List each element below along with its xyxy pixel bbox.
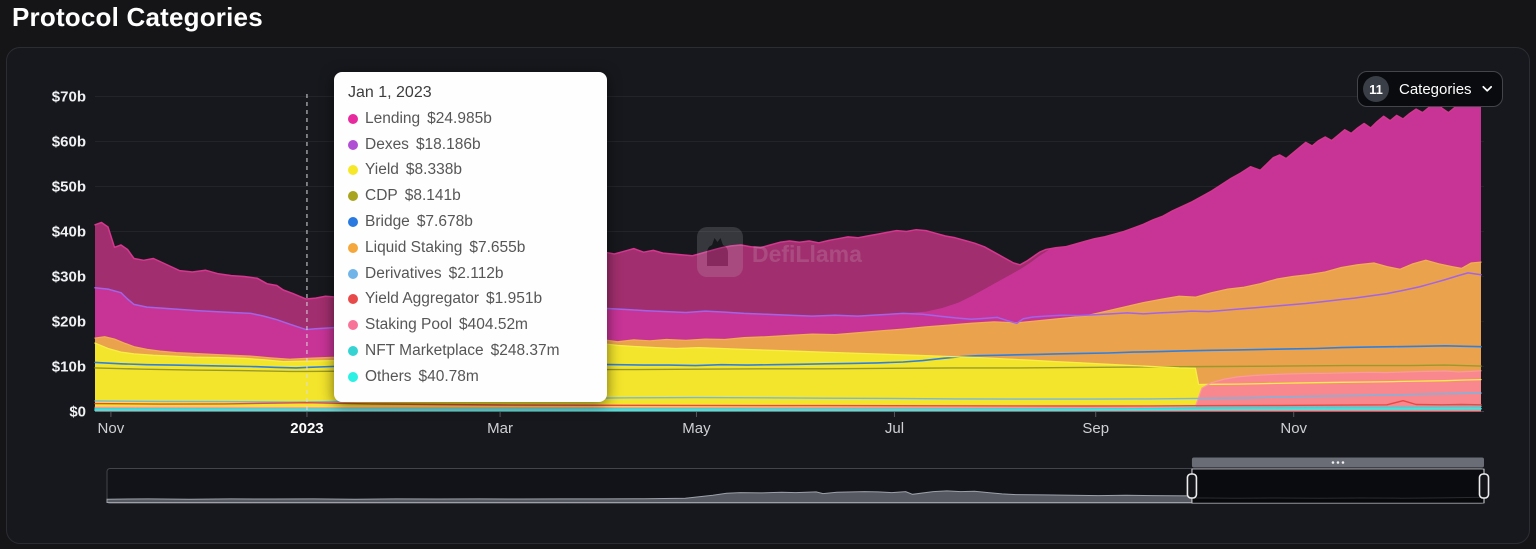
tooltip-item-name: Derivatives xyxy=(365,265,442,283)
chart-tooltip: Jan 1, 2023 Lending $24.985b Dexes $18.186b… xyxy=(334,72,607,402)
tooltip-item-name: Yield xyxy=(365,161,399,179)
tooltip-date: Jan 1, 2023 xyxy=(348,84,593,102)
categories-dropdown-button[interactable]: 11 Categories xyxy=(1357,71,1503,107)
legend-dot-icon xyxy=(348,372,358,382)
tooltip-item-name: Liquid Staking xyxy=(365,239,462,257)
tooltip-item: Liquid Staking $7.655b xyxy=(348,235,593,261)
legend-dot-icon xyxy=(348,114,358,124)
brush-handle-left[interactable] xyxy=(1187,474,1196,498)
x-axis-label: Mar xyxy=(487,420,513,437)
tooltip-items: Lending $24.985b Dexes $18.186b Yield $8.338b… xyxy=(348,106,593,390)
legend-dot-icon xyxy=(348,294,358,304)
tooltip-item: Staking Pool $404.52m xyxy=(348,312,593,338)
y-axis-label: $40b xyxy=(52,224,86,241)
brush-grip-dot-icon xyxy=(1332,461,1335,464)
tooltip-item: CDP $8.141b xyxy=(348,183,593,209)
categories-label: Categories xyxy=(1399,81,1472,98)
tooltip-item-name: Bridge xyxy=(365,213,410,231)
tooltip-item-value: $248.37m xyxy=(491,342,560,360)
legend-dot-icon xyxy=(348,320,358,330)
tooltip-item-name: Lending xyxy=(365,110,420,128)
x-axis-label: Nov xyxy=(98,420,125,437)
tooltip-item-value: $7.678b xyxy=(417,213,473,231)
tooltip-item-name: Staking Pool xyxy=(365,316,452,334)
brush-grip-dot-icon xyxy=(1342,461,1345,464)
legend-dot-icon xyxy=(348,269,358,279)
tooltip-item-value: $8.141b xyxy=(405,187,461,205)
tooltip-item-value: $1.951b xyxy=(486,290,542,308)
page: Protocol Categories DefiLlama $0$10b$20b… xyxy=(0,0,1536,549)
tooltip-item: NFT Marketplace $248.37m xyxy=(348,338,593,364)
tooltip-item-value: $40.78m xyxy=(419,368,479,386)
tooltip-item: Derivatives $2.112b xyxy=(348,261,593,287)
y-axis-label: $30b xyxy=(52,269,86,286)
x-axis-label: May xyxy=(682,420,711,437)
y-axis-label: $0 xyxy=(69,404,86,421)
brush-grip-dot-icon xyxy=(1337,461,1340,464)
tooltip-item-name: NFT Marketplace xyxy=(365,342,484,360)
tooltip-item-name: Others xyxy=(365,368,412,386)
x-axis-label: 2023 xyxy=(290,420,323,437)
tooltip-item-name: Dexes xyxy=(365,136,409,154)
legend-dot-icon xyxy=(348,243,358,253)
tooltip-item-name: CDP xyxy=(365,187,398,205)
tooltip-item-value: $2.112b xyxy=(449,265,504,283)
legend-dot-icon xyxy=(348,217,358,227)
tooltip-item-value: $8.338b xyxy=(406,161,462,179)
tooltip-item-value: $18.186b xyxy=(416,136,481,154)
tooltip-item-value: $404.52m xyxy=(459,316,528,334)
legend-dot-icon xyxy=(348,140,358,150)
legend-dot-icon xyxy=(348,346,358,356)
categories-count-badge: 11 xyxy=(1363,76,1389,102)
tooltip-item: Dexes $18.186b xyxy=(348,132,593,158)
brush-handle-right[interactable] xyxy=(1480,474,1489,498)
tooltip-item-value: $24.985b xyxy=(427,110,492,128)
legend-dot-icon xyxy=(348,191,358,201)
tooltip-item-name: Yield Aggregator xyxy=(365,290,479,308)
tooltip-item: Yield Aggregator $1.951b xyxy=(348,287,593,313)
x-axis-label: Nov xyxy=(1280,420,1307,437)
x-axis-label: Jul xyxy=(885,420,904,437)
y-axis-label: $10b xyxy=(52,359,86,376)
legend-dot-icon xyxy=(348,165,358,175)
y-axis-label: $50b xyxy=(52,179,86,196)
y-axis-label: $20b xyxy=(52,314,86,331)
tooltip-item: Others $40.78m xyxy=(348,364,593,390)
protocol-categories-chart: DefiLlama $0 $10b $20b $30b $40b $50b $60b $70b… xyxy=(0,0,1536,549)
y-axis-label: $60b xyxy=(52,134,86,151)
chevron-down-icon xyxy=(1482,85,1492,93)
watermark-text: DefiLlama xyxy=(752,241,862,267)
tooltip-item: Lending $24.985b xyxy=(348,106,593,132)
tooltip-item-value: $7.655b xyxy=(469,239,525,257)
brush-minimap-area-selected xyxy=(1192,497,1484,502)
x-axis-label: Sep xyxy=(1082,420,1109,437)
tooltip-item: Bridge $7.678b xyxy=(348,209,593,235)
tooltip-item: Yield $8.338b xyxy=(348,158,593,184)
y-axis-label: $70b xyxy=(52,89,86,106)
